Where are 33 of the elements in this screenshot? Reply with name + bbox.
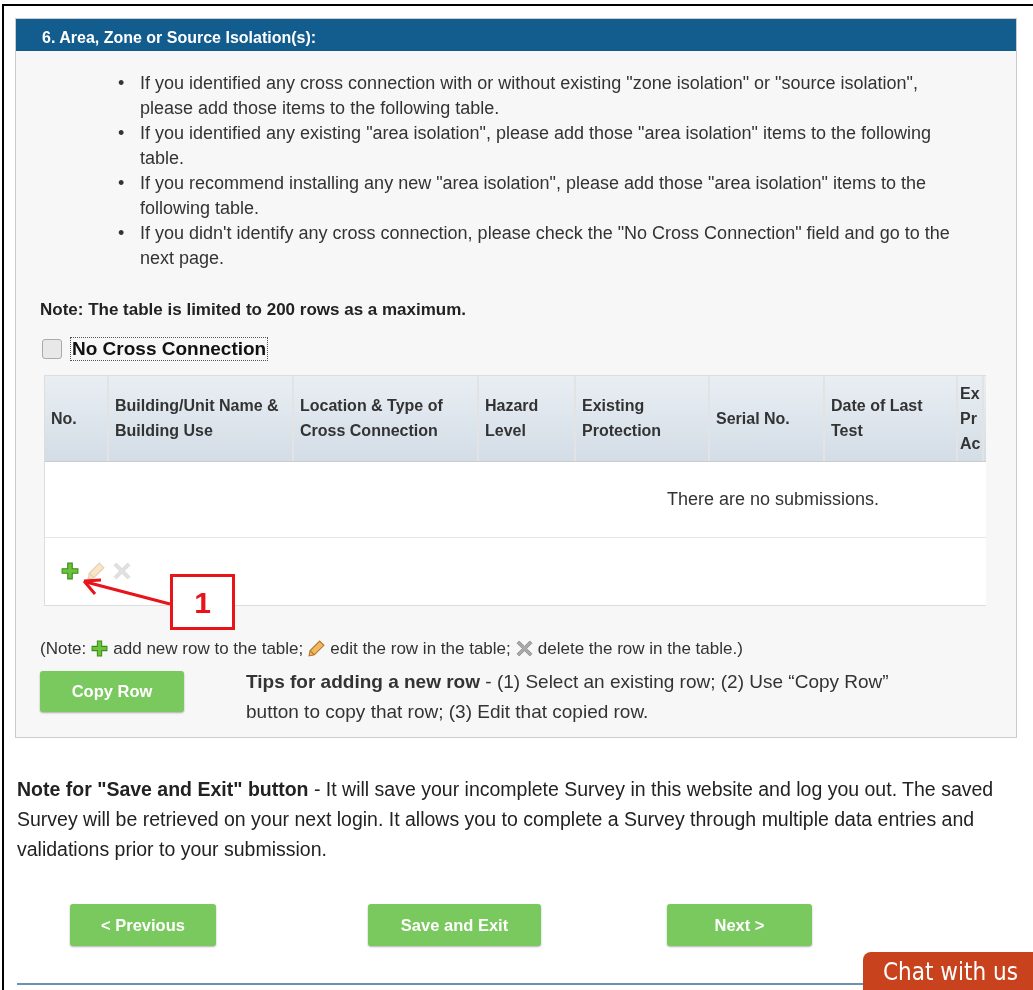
checkbox[interactable] bbox=[42, 338, 62, 359]
checkbox-label[interactable]: No Cross Connection bbox=[70, 336, 269, 361]
table-note: Note: The table is limited to 200 rows as a maximum. bbox=[40, 299, 468, 321]
legend-text: add new row to the table; bbox=[113, 637, 304, 660]
bullet: • bbox=[118, 222, 126, 245]
column-header[interactable]: Date of Last Test bbox=[825, 375, 958, 461]
legend-text: (Note: bbox=[40, 637, 87, 660]
tips-text: Tips for adding a new row - (1) Select an existing row; (2) Use “Copy Row” button to copy that row; (3) Edit that copied row. bbox=[246, 670, 890, 724]
column-header[interactable]: Building/Unit Name & Building Use bbox=[109, 375, 294, 461]
section-header: 6. Area, Zone or Source Isolation(s): bbox=[16, 19, 1016, 51]
column-header[interactable]: No. bbox=[45, 375, 109, 461]
plus-icon[interactable] bbox=[61, 562, 79, 580]
column-header[interactable]: Ex Pr Ac bbox=[958, 375, 984, 461]
legend-text: edit the row in the table; bbox=[330, 637, 511, 660]
empty-message: There are no submissions. bbox=[45, 461, 986, 538]
cross-icon bbox=[515, 639, 533, 657]
callout-number: 1 bbox=[170, 574, 235, 630]
column-header[interactable]: Existing Protection bbox=[576, 375, 710, 461]
pencil-icon bbox=[308, 639, 326, 657]
bullet: • bbox=[118, 172, 126, 195]
instruction-item: If you identified any cross connection with or without existing "zone isolation" or "source isolation", please add those items to the following table. bbox=[140, 72, 919, 120]
instruction-item: If you recommend installing any new "area isolation", please add those "area isolation" items to the following table. bbox=[140, 172, 927, 220]
instruction-item: If you identified any existing "area isolation", please add those "area isolation" items to the following table. bbox=[140, 122, 933, 170]
column-header[interactable]: Location & Type of Cross Connection bbox=[294, 375, 479, 461]
bullet: • bbox=[118, 72, 126, 95]
column-header[interactable]: Serial No. bbox=[710, 375, 825, 461]
bullet: • bbox=[118, 122, 126, 145]
legend-text: delete the row in the table.) bbox=[537, 637, 743, 660]
instruction-item: If you didn't identify any cross connection, please check the "No Cross Connection" field and go to the next page. bbox=[140, 222, 951, 270]
column-header[interactable]: Hazard Level bbox=[479, 375, 576, 461]
plus-icon bbox=[91, 639, 109, 657]
chat-tab[interactable]: Chat with us bbox=[863, 952, 1033, 990]
save-exit-note: Note for "Save and Exit" button - It will save your incomplete Survey in this website and log you out. The saved Survey will be retrieved on your next login. It allows you to complete a Survey through multiple data entries and validations prior to your submission. bbox=[17, 777, 995, 862]
